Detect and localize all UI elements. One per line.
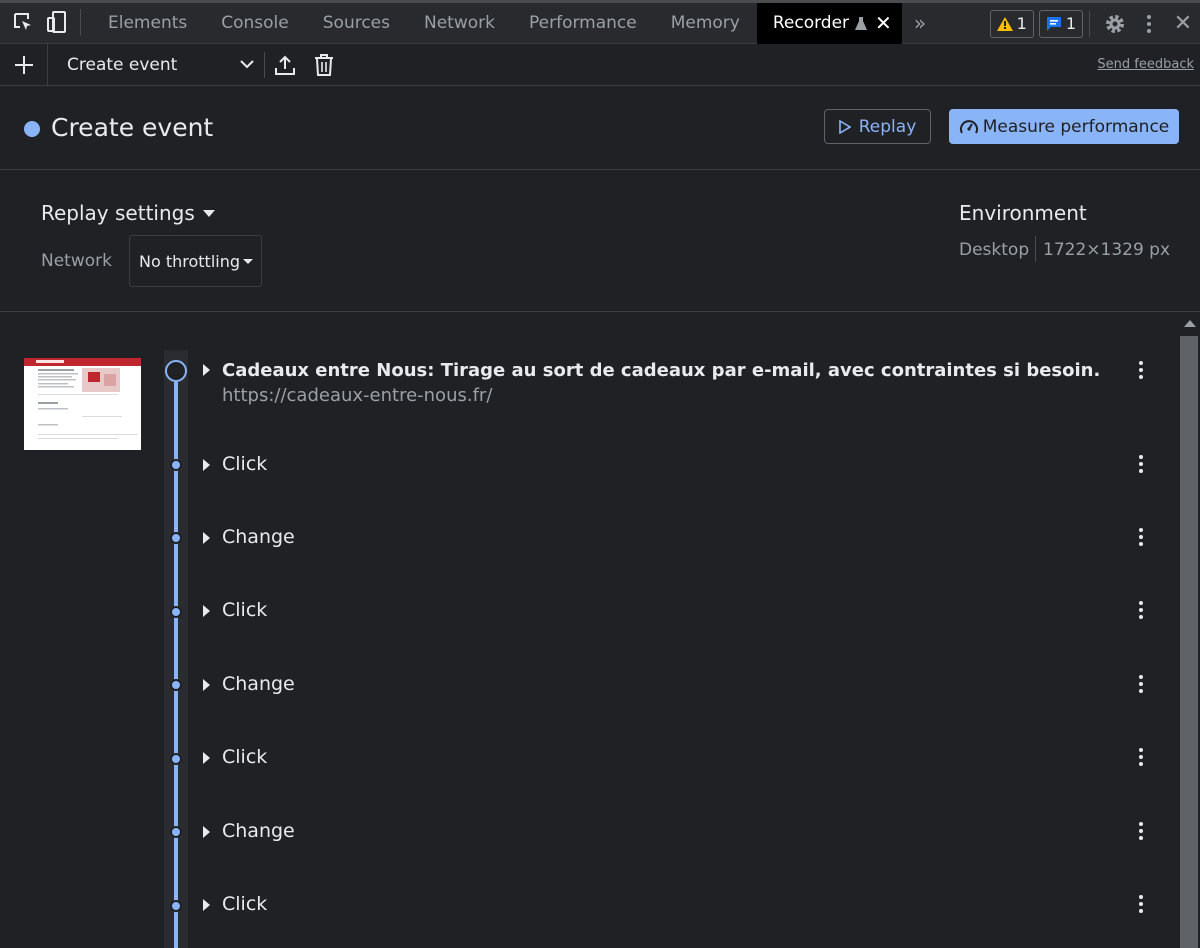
close-devtools-icon[interactable]: ✕ bbox=[1166, 2, 1200, 46]
expand-step-caret-icon[interactable] bbox=[203, 605, 210, 617]
create-recording-button[interactable] bbox=[0, 43, 48, 86]
step-title[interactable]: Change bbox=[222, 820, 295, 842]
timeline-node bbox=[170, 753, 182, 765]
step-title[interactable]: Change bbox=[222, 673, 295, 695]
send-feedback-link[interactable]: Send feedback bbox=[1097, 57, 1194, 72]
measure-performance-button[interactable]: Measure performance bbox=[949, 109, 1179, 144]
timeline-node bbox=[170, 606, 182, 618]
tab-console[interactable]: Console bbox=[204, 3, 306, 44]
close-tab-icon[interactable]: ✕ bbox=[875, 11, 892, 35]
replay-button-label: Replay bbox=[858, 116, 917, 137]
tabbar-right: 1 1 ✕ bbox=[989, 2, 1200, 46]
replay-button[interactable]: Replay bbox=[824, 109, 931, 144]
scroll-up-arrow-icon[interactable] bbox=[1184, 320, 1196, 327]
replay-settings-toggle[interactable]: Replay settings bbox=[41, 201, 215, 225]
scrollbar-thumb[interactable] bbox=[1180, 336, 1198, 948]
recording-select[interactable]: Create event bbox=[48, 44, 264, 86]
recording-status-dot bbox=[24, 121, 40, 137]
expand-step-caret-icon[interactable] bbox=[203, 899, 210, 911]
step-menu-icon[interactable] bbox=[1133, 599, 1149, 621]
caret-down-icon bbox=[243, 258, 254, 264]
expand-step-caret-icon[interactable] bbox=[203, 532, 210, 544]
step-menu-icon[interactable] bbox=[1133, 453, 1149, 475]
environment-viewport-size: 1722×1329 px bbox=[1043, 240, 1171, 260]
recorder-toolbar: Create event Send feedback bbox=[0, 43, 1200, 86]
warnings-badge[interactable]: 1 bbox=[989, 9, 1034, 38]
play-icon bbox=[838, 119, 851, 134]
more-options-icon[interactable] bbox=[1132, 2, 1166, 46]
measure-performance-label: Measure performance bbox=[982, 116, 1170, 137]
expand-step-caret-icon[interactable] bbox=[203, 459, 210, 471]
tab-network[interactable]: Network bbox=[407, 3, 512, 44]
timeline-node bbox=[170, 826, 182, 838]
gauge-icon bbox=[959, 119, 978, 133]
replay-settings-panel: Replay settings Network No throttling En… bbox=[0, 170, 1200, 312]
divider bbox=[1089, 10, 1090, 37]
step-menu-icon[interactable] bbox=[1133, 820, 1149, 842]
tab-elements[interactable]: Elements bbox=[91, 3, 204, 44]
steps-list: Cadeaux entre Nous: Tirage au sort de ca… bbox=[0, 312, 1178, 948]
step-menu-icon[interactable] bbox=[1133, 359, 1149, 381]
warning-icon bbox=[996, 16, 1013, 31]
device-toolbar-icon[interactable] bbox=[40, 0, 74, 44]
trash-icon bbox=[315, 53, 333, 76]
inspect-element-icon[interactable] bbox=[6, 0, 40, 44]
chevron-down-icon bbox=[240, 60, 254, 69]
recording-select-value: Create event bbox=[67, 54, 178, 75]
step-title[interactable]: Click bbox=[222, 599, 267, 621]
export-button[interactable] bbox=[265, 44, 305, 86]
recording-title[interactable]: Create event bbox=[51, 113, 213, 142]
step-menu-icon[interactable] bbox=[1133, 893, 1149, 915]
timeline-node bbox=[170, 459, 182, 471]
messages-count: 1 bbox=[1065, 14, 1076, 33]
network-throttling-select[interactable]: No throttling bbox=[129, 235, 262, 287]
environment-device: Desktop bbox=[959, 240, 1030, 260]
step-title[interactable]: Cadeaux entre Nous: Tirage au sort de ca… bbox=[222, 360, 1100, 381]
step-url: https://cadeaux-entre-nous.fr/ bbox=[222, 385, 493, 406]
replay-settings-title: Replay settings bbox=[41, 201, 195, 225]
page-screenshot-thumbnail[interactable] bbox=[24, 358, 141, 450]
step-title[interactable]: Change bbox=[222, 526, 295, 548]
divider bbox=[1035, 236, 1036, 262]
tab-recorder-label: Recorder bbox=[772, 13, 850, 33]
caret-down-icon bbox=[202, 209, 215, 217]
timeline-node-start bbox=[165, 360, 187, 382]
message-icon bbox=[1046, 16, 1061, 31]
tab-performance[interactable]: Performance bbox=[512, 3, 654, 44]
warnings-count: 1 bbox=[1016, 14, 1027, 33]
devtools-tabbar: Elements Console Sources Network Perform… bbox=[0, 0, 1200, 44]
network-throttling-value: No throttling bbox=[139, 251, 241, 271]
more-tabs-icon[interactable]: » bbox=[902, 11, 938, 35]
timeline-node bbox=[170, 679, 182, 691]
step-menu-icon[interactable] bbox=[1133, 526, 1149, 548]
step-title[interactable]: Click bbox=[222, 453, 267, 475]
environment-title: Environment bbox=[959, 201, 1087, 225]
tab-sources[interactable]: Sources bbox=[306, 3, 407, 44]
experimental-flask-icon bbox=[855, 16, 868, 31]
tab-memory[interactable]: Memory bbox=[654, 3, 757, 44]
expand-step-caret-icon[interactable] bbox=[203, 679, 210, 691]
network-label: Network bbox=[41, 251, 112, 271]
messages-badge[interactable]: 1 bbox=[1038, 9, 1083, 38]
step-menu-icon[interactable] bbox=[1133, 746, 1149, 768]
delete-recording-button[interactable] bbox=[305, 44, 343, 86]
settings-gear-icon[interactable] bbox=[1098, 2, 1132, 46]
upload-icon bbox=[275, 55, 295, 75]
recording-header: Create event Replay Measure performance bbox=[0, 86, 1200, 170]
step-title[interactable]: Click bbox=[222, 893, 267, 915]
timeline-node bbox=[170, 900, 182, 912]
step-menu-icon[interactable] bbox=[1133, 673, 1149, 695]
expand-step-caret-icon[interactable] bbox=[203, 752, 210, 764]
plus-icon bbox=[14, 55, 33, 74]
expand-step-caret-icon[interactable] bbox=[203, 364, 210, 376]
step-title[interactable]: Click bbox=[222, 746, 267, 768]
timeline-node bbox=[170, 532, 182, 544]
divider bbox=[80, 8, 81, 35]
vertical-scrollbar[interactable] bbox=[1178, 312, 1200, 948]
expand-step-caret-icon[interactable] bbox=[203, 826, 210, 838]
tab-recorder[interactable]: Recorder ✕ bbox=[756, 2, 902, 44]
